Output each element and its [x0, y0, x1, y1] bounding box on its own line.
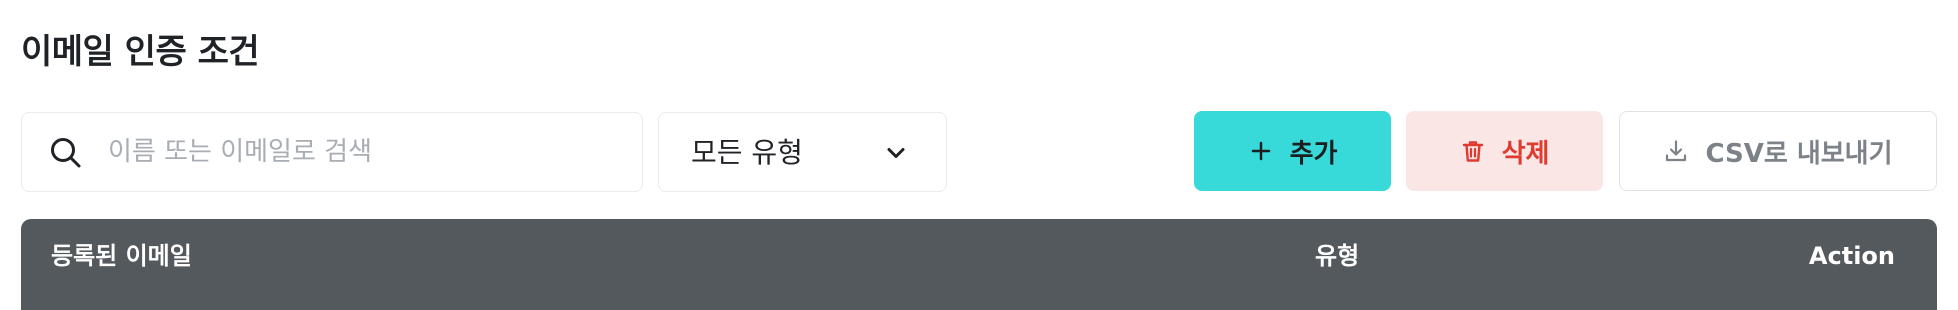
export-csv-button[interactable]: CSV로 내보내기	[1619, 111, 1937, 191]
email-verification-page: 이메일 인증 조건 모든 유형 추가 삭제	[0, 0, 1958, 310]
export-csv-button-label: CSV로 내보내기	[1705, 138, 1893, 169]
trash-icon	[1462, 141, 1483, 162]
column-header-action: Action	[1808, 242, 1895, 270]
add-button-label: 추가	[1289, 138, 1338, 169]
type-filter-value: 모든 유형	[691, 136, 803, 169]
delete-button[interactable]: 삭제	[1406, 111, 1603, 191]
search-input[interactable]	[108, 127, 618, 177]
column-header-type[interactable]: 유형	[1315, 239, 1359, 273]
search-box[interactable]	[21, 112, 643, 192]
table-header: 등록된 이메일 유형 Action	[21, 219, 1937, 310]
type-filter-select[interactable]: 모든 유형	[658, 112, 947, 192]
column-header-email[interactable]: 등록된 이메일	[51, 239, 192, 273]
delete-button-label: 삭제	[1501, 138, 1550, 169]
plus-icon	[1251, 141, 1270, 161]
download-icon	[1666, 140, 1687, 162]
page-title: 이메일 인증 조건	[21, 32, 260, 72]
chevron-down-icon	[887, 148, 905, 158]
search-icon	[51, 138, 81, 168]
add-button[interactable]: 추가	[1194, 111, 1391, 191]
